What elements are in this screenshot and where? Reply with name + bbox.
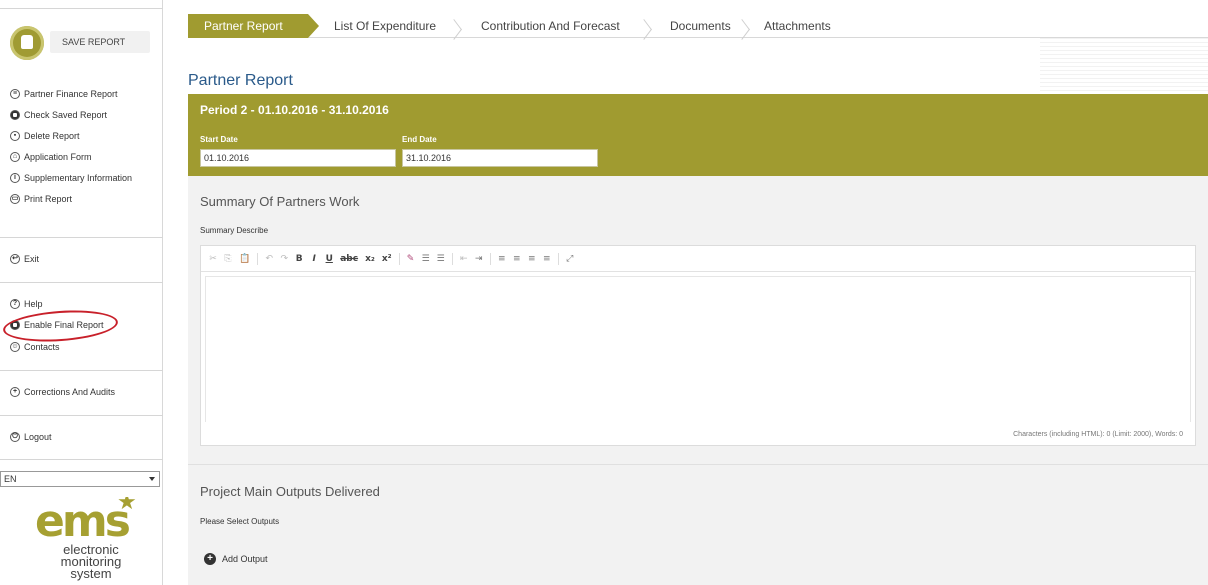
sidebar-item-corrections-and-audits[interactable]: + Corrections And Audits [10,387,115,397]
redo-icon[interactable]: ↷ [280,254,288,264]
end-date-label: End Date [402,135,437,144]
toolbar-separator [557,252,559,265]
ems-logo-text: electronic monitoring system [60,542,122,581]
editor-toolbar: ✂ ⎘ 📋 ↶ ↷ B I U abc x₂ x² ✎ ☰ ☰ ⇤ ⇥ ≡ ≡ … [201,246,1195,272]
add-output-button[interactable]: + Add Output [204,553,268,565]
sidebar-top-divider [0,8,163,9]
sidebar-item-check-saved-report[interactable]: Check Saved Report [10,110,107,120]
help-icon: ? [10,299,20,309]
strikethrough-icon[interactable]: abc [340,254,358,264]
section-divider [188,464,1208,465]
sidebar-divider [0,237,163,238]
sidebar: SAVE REPORT ≡ Partner Finance Report Che… [0,0,163,585]
tab-documents[interactable]: Documents [670,14,731,38]
sidebar-item-enable-final-report[interactable]: Enable Final Report [10,320,104,330]
paste-text-icon[interactable]: 📋 [239,254,250,264]
sidebar-item-logout[interactable]: ⏻ Logout [10,432,52,442]
cut-icon[interactable]: ✂ [209,254,217,264]
save-report-label: SAVE REPORT [50,31,150,53]
list-icon: ≡ [10,89,20,99]
header-decoration [1040,38,1208,94]
maximize-icon[interactable]: ⤢ [566,254,574,264]
sidebar-divider [0,459,163,460]
sidebar-divider [0,370,163,371]
numbered-list-icon[interactable]: ☰ [422,254,430,264]
plus-icon: + [204,553,216,565]
person-icon: ☺ [10,342,20,352]
chevron-down-icon [149,477,155,481]
summary-describe-label: Summary Describe [200,226,269,235]
period-title: Period 2 - 01.10.2016 - 31.10.2016 [200,103,389,117]
sidebar-divider [0,415,163,416]
sidebar-item-exit[interactable]: ↩ Exit [10,254,39,264]
undo-icon[interactable]: ↶ [265,254,273,264]
language-value: EN [4,474,17,484]
save-report-button[interactable]: SAVE REPORT [10,26,158,60]
print-icon: ▭ [10,194,20,204]
sidebar-item-contacts[interactable]: ☺ Contacts [10,342,60,352]
check-icon [10,110,20,120]
toolbar-separator [257,252,259,265]
language-select[interactable]: EN [0,471,160,487]
chevron-right-icon [742,17,754,35]
tab-partner-report[interactable]: Partner Report [188,14,319,38]
chevron-right-icon [454,17,466,35]
power-icon: ⏻ [10,432,20,442]
page-title: Partner Report [188,72,293,89]
exit-icon: ↩ [10,254,20,264]
end-date-field[interactable]: 31.10.2016 [402,149,598,167]
outputs-section-title: Project Main Outputs Delivered [200,484,380,499]
report-panel: Period 2 - 01.10.2016 - 31.10.2016 Start… [188,94,1208,585]
ems-logo: ems ★ electronic monitoring system [35,497,145,585]
tab-attachments[interactable]: Attachments [764,14,831,38]
bulleted-list-icon[interactable]: ☰ [437,254,445,264]
ems-logo-mark: ems [35,497,131,547]
outdent-icon[interactable]: ⇤ [460,254,468,264]
bold-icon[interactable]: B [295,254,303,264]
summary-rich-text-editor: ✂ ⎘ 📋 ↶ ↷ B I U abc x₂ x² ✎ ☰ ☰ ⇤ ⇥ ≡ ≡ … [200,245,1196,446]
remove-format-icon[interactable]: ✎ [407,254,415,264]
character-count: Characters (including HTML): 0 (Limit: 2… [1013,431,1183,438]
tab-contribution-and-forecast[interactable]: Contribution And Forecast [481,14,620,38]
summary-section-title: Summary Of Partners Work [200,194,360,209]
sidebar-item-delete-report[interactable]: ▪ Delete Report [10,131,80,141]
building-icon: ⌂ [10,152,20,162]
align-justify-icon[interactable]: ≡ [543,254,551,264]
summary-text-area[interactable] [205,276,1191,422]
subscript-icon[interactable]: x₂ [365,254,375,264]
sidebar-item-application-form[interactable]: ⌂ Application Form [10,152,92,162]
sidebar-item-print-report[interactable]: ▭ Print Report [10,194,72,204]
start-date-label: Start Date [200,135,238,144]
indent-icon[interactable]: ⇥ [475,254,483,264]
trash-icon: ▪ [10,131,20,141]
start-date-field[interactable]: 01.10.2016 [200,149,396,167]
copy-icon[interactable]: ⎘ [224,254,232,264]
select-outputs-label: Please Select Outputs [200,517,280,526]
document-icon [10,320,20,330]
toolbar-separator [398,252,400,265]
align-left-icon[interactable]: ≡ [498,254,506,264]
lock-icon [10,26,44,60]
plus-icon: + [10,387,20,397]
tab-list-of-expenditure[interactable]: List Of Expenditure [334,14,436,38]
sidebar-item-partner-finance-report[interactable]: ≡ Partner Finance Report [10,89,118,99]
sidebar-item-help[interactable]: ? Help [10,299,43,309]
info-icon: i [10,173,20,183]
superscript-icon[interactable]: x² [382,254,392,264]
toolbar-separator [451,252,453,265]
italic-icon[interactable]: I [310,254,318,264]
align-center-icon[interactable]: ≡ [513,254,521,264]
report-tabs: Partner Report List Of Expenditure Contr… [188,14,1208,38]
toolbar-separator [489,252,491,265]
align-right-icon[interactable]: ≡ [528,254,536,264]
period-header: Period 2 - 01.10.2016 - 31.10.2016 Start… [188,94,1208,176]
sidebar-divider [0,282,163,283]
sidebar-item-supplementary-information[interactable]: i Supplementary Information [10,173,132,183]
star-icon: ★ [117,497,137,514]
chevron-right-icon [644,17,656,35]
add-output-label: Add Output [222,554,268,564]
underline-icon[interactable]: U [325,254,333,264]
